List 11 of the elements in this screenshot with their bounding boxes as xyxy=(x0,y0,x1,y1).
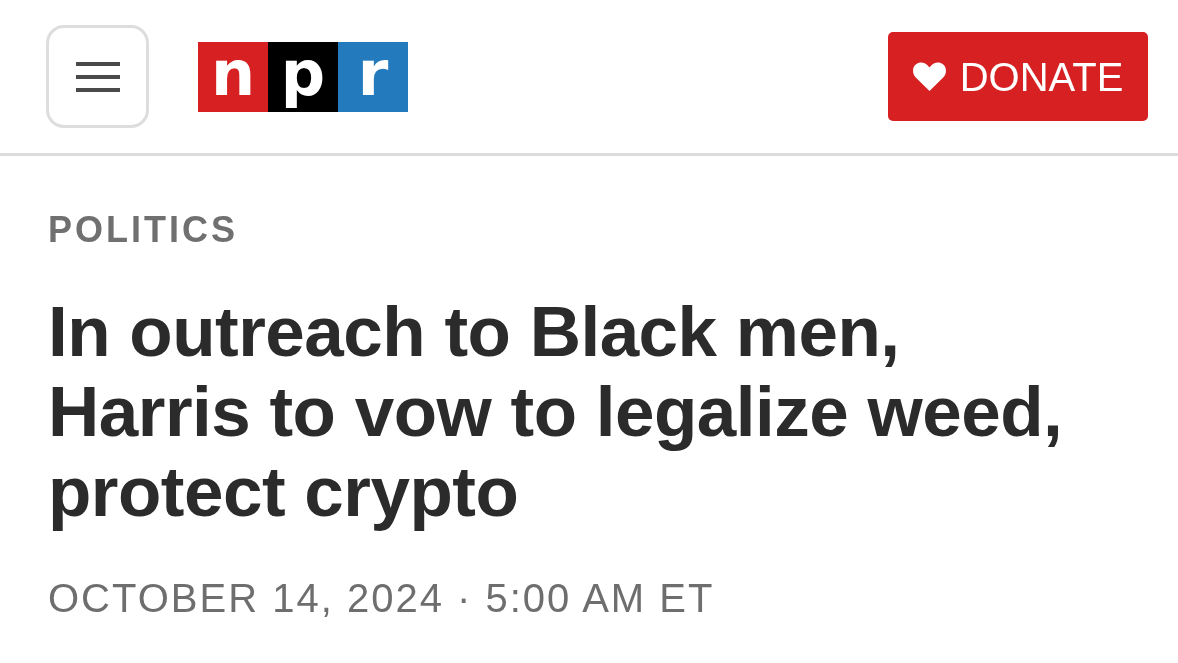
dateline: OCTOBER 14, 2024 · 5:00 AM ET xyxy=(48,576,715,620)
logo-letter-tile: n xyxy=(198,41,268,112)
heart-icon xyxy=(912,62,946,91)
headline: In outreach to Black men, Harris to vow to legalize weed, protect crypto xyxy=(48,292,1064,532)
section-label: POLITICS xyxy=(48,210,238,250)
menu-button[interactable] xyxy=(46,25,149,128)
logo-letter-tile: p xyxy=(268,41,338,112)
logo-letter-tile: r xyxy=(338,41,408,112)
npr-logo[interactable]: n p r xyxy=(198,41,408,112)
donate-button[interactable]: DONATE xyxy=(888,32,1148,121)
menu-icon xyxy=(75,61,120,92)
